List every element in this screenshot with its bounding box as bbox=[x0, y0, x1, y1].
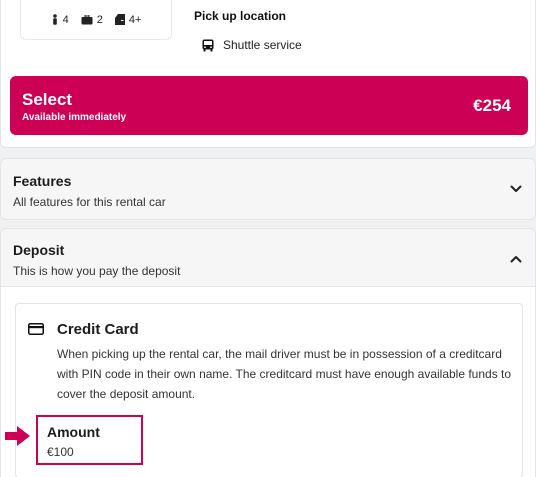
car-offer-card: 4 2 4+ Pick up location Shuttle service … bbox=[0, 0, 536, 148]
doors-spec: 4+ bbox=[114, 13, 142, 26]
deposit-panel: Credit Card When picking up the rental c… bbox=[1, 286, 535, 477]
features-title: Features bbox=[13, 173, 72, 189]
passengers-spec: 4 bbox=[51, 14, 69, 26]
pickup-location-title: Pick up location bbox=[194, 9, 287, 23]
credit-card-title: Credit Card bbox=[57, 321, 139, 338]
chevron-down-icon[interactable] bbox=[510, 185, 522, 193]
amount-label: Amount bbox=[47, 424, 100, 440]
credit-card-description: When picking up the rental car, the mail… bbox=[57, 347, 512, 401]
pickup-service: Shuttle service bbox=[202, 38, 302, 52]
bus-icon bbox=[202, 39, 214, 51]
select-button[interactable]: Select Available immediately €254 bbox=[10, 76, 528, 135]
pointer-arrow-icon bbox=[5, 426, 30, 446]
availability-label: Available immediately bbox=[22, 112, 127, 123]
chevron-up-icon[interactable] bbox=[510, 255, 522, 263]
credit-card-option: Credit Card When picking up the rental c… bbox=[15, 303, 523, 477]
price-label: €254 bbox=[473, 96, 511, 115]
suitcases-count: 2 bbox=[96, 13, 103, 26]
select-label: Select bbox=[22, 90, 73, 109]
credit-card-icon bbox=[28, 323, 44, 335]
suitcase-icon bbox=[81, 14, 93, 24]
deposit-amount: Amount €100 bbox=[36, 415, 143, 465]
passengers-count: 4 bbox=[62, 13, 69, 26]
suitcases-spec: 2 bbox=[81, 14, 103, 26]
features-section[interactable]: Features All features for this rental ca… bbox=[0, 158, 536, 220]
pickup-service-label: Shuttle service bbox=[223, 38, 302, 52]
deposit-section: Deposit This is how you pay the deposit … bbox=[0, 228, 536, 477]
doors-count: 4+ bbox=[128, 13, 142, 26]
car-door-icon bbox=[114, 14, 125, 25]
deposit-subtitle: This is how you pay the deposit bbox=[13, 264, 181, 278]
person-icon bbox=[52, 14, 57, 25]
amount-value: €100 bbox=[47, 445, 74, 459]
features-subtitle: All features for this rental car bbox=[13, 195, 166, 209]
car-specs: 4 2 4+ bbox=[20, 0, 172, 40]
deposit-title: Deposit bbox=[13, 242, 65, 258]
